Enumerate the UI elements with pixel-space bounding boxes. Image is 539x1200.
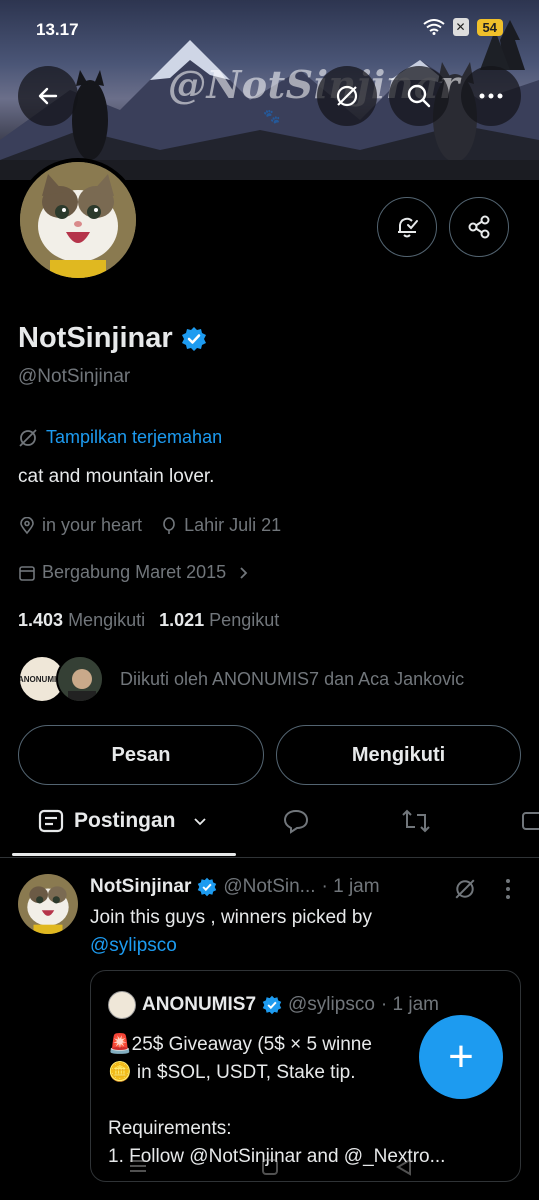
posts-icon [38,809,64,833]
profile-bio: cat and mountain lover. [18,466,215,487]
post-more-icon[interactable] [504,878,512,900]
battery-indicator: 54 [476,18,503,36]
following-stat[interactable]: 1.403 Mengikuti [18,610,145,631]
wifi-icon [422,19,445,35]
recents-icon[interactable] [128,1158,148,1174]
profile-name: NotSinjinar [18,322,173,354]
calendar-icon [19,565,35,581]
profile-tabs: Postingan [0,790,539,856]
post-author-handle: @NotSin... [223,876,316,897]
quote-author-handle: @sylipsco [288,994,375,1015]
following-button[interactable]: Mengikuti [276,725,521,785]
translate-label: Tampilkan terjemahan [46,427,223,447]
status-bar: 13.17 ✕ 54 [0,0,539,60]
tab-replies[interactable] [282,790,310,852]
active-tab-indicator [12,853,236,856]
followers-stat[interactable]: 1.021 Pengikut [159,610,279,631]
tabs-divider [0,857,539,858]
no-translate-icon [336,85,358,107]
reply-icon [283,809,309,834]
share-button[interactable] [449,197,509,257]
profile-joined: Bergabung Maret 2015 [42,562,227,582]
followed-by-text: Diikuti oleh ANONUMIS7 dan Aca Jankovic [120,668,465,689]
joined-row[interactable]: Bergabung Maret 2015 [18,562,250,583]
tab-reposts[interactable] [401,790,431,852]
tab-media[interactable] [520,790,539,852]
notifications-button[interactable] [377,197,437,257]
status-time: 13.17 [36,20,79,39]
compose-post-button[interactable]: + [419,1015,503,1099]
translate-button[interactable] [317,66,377,126]
follow-stats: 1.403 Mengikuti 1.021 Pengikut [18,610,279,631]
back-button[interactable] [18,66,78,126]
chevron-down-icon [193,818,206,826]
profile-avatar[interactable] [16,158,140,282]
post-time: · 1 jam [321,876,380,897]
verified-badge-icon[interactable] [181,326,207,352]
media-icon [522,812,539,830]
quote-author-name: ANONUMIS7 [142,994,257,1015]
verified-badge-icon [198,877,217,897]
paw-icon: 🐾 [263,108,281,124]
message-button[interactable]: Pesan [18,725,264,785]
profile-handle: @NotSinjinar [18,366,131,387]
post-mention-link[interactable]: @sylipsco [90,932,510,960]
chevron-right-icon [240,566,248,579]
notification-x-icon: ✕ [452,18,469,36]
search-icon [407,84,431,108]
tab-posts-label: Postingan [74,809,176,832]
bell-check-icon [398,217,418,238]
location-icon [20,516,34,534]
no-translate-icon[interactable] [454,878,476,900]
share-icon [468,215,490,239]
quote-time: · 1 jam [380,994,439,1015]
quote-header: ANONUMIS7 @sylipsco · 1 jam [108,991,439,1019]
profile-location: in your heart [42,515,143,535]
home-icon[interactable] [261,1158,279,1176]
more-options-button[interactable] [461,66,521,126]
more-icon [479,93,503,99]
verified-badge-icon [262,995,282,1015]
post-text: Join this guys , winners picked by @syli… [90,904,510,960]
repost-icon [402,809,430,833]
post-author-name[interactable]: NotSinjinar [90,876,191,898]
follower-avatar-aca [56,655,104,703]
tab-posts[interactable]: Postingan [38,790,208,852]
balloon-icon [163,516,175,534]
quote-author-avatar [108,991,136,1019]
post-author-avatar[interactable] [18,874,78,934]
no-translate-icon [19,428,37,447]
profile-name-row: NotSinjinar [18,322,207,355]
back-nav-icon[interactable] [395,1158,413,1176]
profile-meta-row: in your heart Lahir Juli 21 [18,515,281,536]
post-header: NotSinjinar @NotSin... · 1 jam [90,876,380,898]
search-button[interactable] [389,66,449,126]
back-arrow-icon [38,87,58,105]
show-translation-link[interactable]: Tampilkan terjemahan [18,427,222,448]
followed-by-row[interactable]: ANONUMIS7 Diikuti oleh ANONUMIS7 dan Aca… [18,655,464,703]
cat-avatar-image [20,162,136,278]
profile-birthday: Lahir Juli 21 [184,515,282,535]
